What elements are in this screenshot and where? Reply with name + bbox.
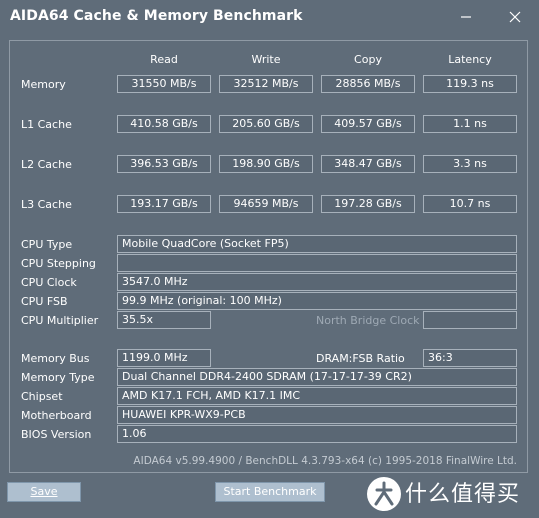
cpu-clock-label: CPU Clock: [21, 276, 77, 289]
watermark-logo-icon: [367, 477, 401, 511]
memory-copy-value: 28856 MB/s: [321, 75, 415, 93]
minimize-icon: [461, 16, 471, 18]
l3-latency-value: 10.7 ns: [423, 195, 517, 213]
l1-write-value: 205.60 GB/s: [219, 115, 313, 133]
memory-bus-value: 1199.0 MHz: [117, 349, 211, 367]
window-title: AIDA64 Cache & Memory Benchmark: [10, 8, 303, 24]
motherboard-label: Motherboard: [21, 409, 92, 422]
bios-version-label: BIOS Version: [21, 428, 92, 441]
memory-write-value: 32512 MB/s: [219, 75, 313, 93]
l2-copy-value: 348.47 GB/s: [321, 155, 415, 173]
chipset-value: AMD K17.1 FCH, AMD K17.1 IMC: [117, 387, 517, 405]
close-icon: [509, 11, 521, 23]
memory-read-value: 31550 MB/s: [117, 75, 211, 93]
minimize-button[interactable]: [443, 2, 489, 30]
north-bridge-clock-value: [423, 311, 517, 329]
watermark-text: 什么值得买: [405, 482, 521, 507]
l2-write-value: 198.90 GB/s: [219, 155, 313, 173]
cpu-multiplier-value: 35.5x: [117, 311, 211, 329]
column-header-read: Read: [150, 53, 178, 66]
cpu-fsb-value: 99.9 MHz (original: 100 MHz): [117, 292, 517, 310]
save-button[interactable]: Save: [7, 482, 81, 502]
cpu-type-label: CPU Type: [21, 238, 73, 251]
column-header-latency: Latency: [448, 53, 492, 66]
column-header-write: Write: [251, 53, 281, 66]
l1-read-value: 410.58 GB/s: [117, 115, 211, 133]
dram-fsb-ratio-label: DRAM:FSB Ratio: [316, 352, 405, 365]
l1-latency-value: 1.1 ns: [423, 115, 517, 133]
row-label-memory: Memory: [21, 78, 66, 91]
l1-copy-value: 409.57 GB/s: [321, 115, 415, 133]
row-label-l3-cache: L3 Cache: [21, 198, 72, 211]
l3-write-value: 94659 MB/s: [219, 195, 313, 213]
memory-bus-label: Memory Bus: [21, 352, 90, 365]
cpu-stepping-value: [117, 254, 517, 272]
start-benchmark-label: Start Benchmark: [223, 485, 317, 498]
chipset-label: Chipset: [21, 390, 63, 403]
watermark: 什么值得买: [360, 470, 539, 518]
copyright-footer: AIDA64 v5.99.4900 / BenchDLL 4.3.793-x64…: [133, 455, 517, 467]
close-button[interactable]: [492, 2, 538, 30]
memory-type-label: Memory Type: [21, 371, 95, 384]
cpu-multiplier-label: CPU Multiplier: [21, 314, 99, 327]
cpu-clock-value: 3547.0 MHz: [117, 273, 517, 291]
l3-read-value: 193.17 GB/s: [117, 195, 211, 213]
bios-version-value: 1.06: [117, 425, 517, 443]
cpu-fsb-label: CPU FSB: [21, 295, 68, 308]
cpu-stepping-label: CPU Stepping: [21, 257, 96, 270]
row-label-l1-cache: L1 Cache: [21, 118, 72, 131]
column-header-copy: Copy: [354, 53, 382, 66]
dram-fsb-ratio-value: 36:3: [423, 349, 517, 367]
cpu-type-value: Mobile QuadCore (Socket FP5): [117, 235, 517, 253]
motherboard-value: HUAWEI KPR-WX9-PCB: [117, 406, 517, 424]
l2-latency-value: 3.3 ns: [423, 155, 517, 173]
save-button-label: Save: [30, 485, 58, 498]
start-benchmark-button[interactable]: Start Benchmark: [215, 482, 325, 502]
memory-type-value: Dual Channel DDR4-2400 SDRAM (17-17-17-3…: [117, 368, 517, 386]
north-bridge-clock-label: North Bridge Clock: [316, 314, 420, 327]
l2-read-value: 396.53 GB/s: [117, 155, 211, 173]
row-label-l2-cache: L2 Cache: [21, 158, 72, 171]
memory-latency-value: 119.3 ns: [423, 75, 517, 93]
l3-copy-value: 197.28 GB/s: [321, 195, 415, 213]
title-bar: AIDA64 Cache & Memory Benchmark: [0, 0, 539, 34]
